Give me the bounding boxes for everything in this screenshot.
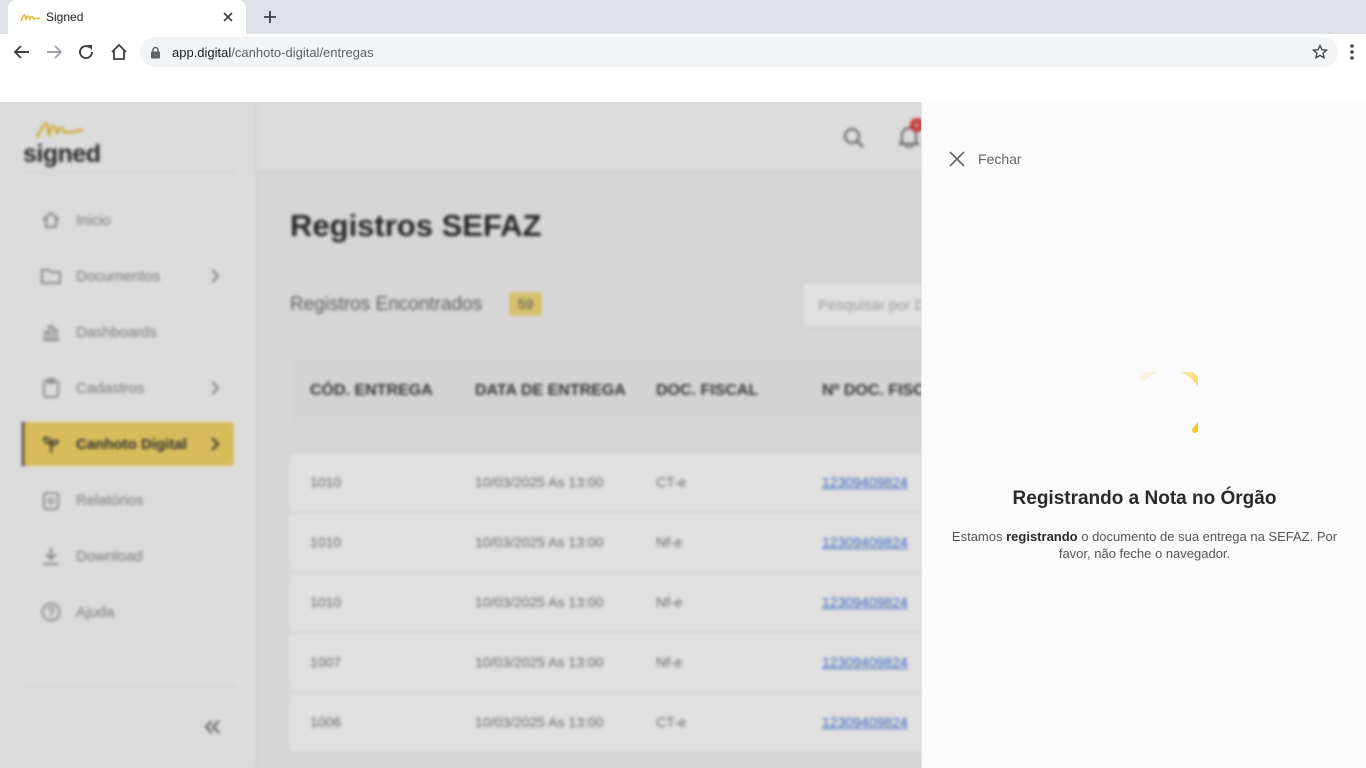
reload-icon[interactable]: [74, 40, 98, 64]
signed-favicon-icon: [20, 10, 42, 24]
close-label: Fechar: [978, 151, 1022, 167]
close-icon: [948, 150, 966, 168]
url-path: /canhoto-digital/entregas: [231, 44, 374, 60]
lock-icon: [150, 45, 164, 59]
drawer-message: Estamos registrando o documento de sua e…: [942, 528, 1347, 562]
message-emphasis: registrando: [1006, 529, 1078, 544]
back-arrow-icon[interactable]: [10, 40, 34, 64]
tab-title: Signed: [46, 10, 84, 24]
bookmark-star-icon[interactable]: [1311, 43, 1329, 60]
loading-spinner-icon: [1140, 372, 1198, 433]
modal-backdrop[interactable]: [0, 102, 921, 768]
home-icon[interactable]: [107, 40, 131, 64]
address-bar[interactable]: app.digital/canhoto-digital/entregas: [140, 37, 1338, 67]
url-host: app.digital: [172, 44, 232, 60]
new-tab-plus-icon[interactable]: [258, 6, 282, 28]
browser-toolbar: app.digital/canhoto-digital/entregas: [0, 34, 1366, 70]
forward-arrow-icon[interactable]: [42, 40, 66, 64]
browser-tab[interactable]: Signed: [8, 0, 246, 34]
url-text: app.digital/canhoto-digital/entregas: [172, 45, 374, 60]
message-text: o documento de sua entrega na SEFAZ. Por…: [1058, 529, 1338, 561]
tab-close-icon[interactable]: [220, 9, 236, 25]
registration-drawer: Fechar Registrando a Nota no Órgão Estam…: [921, 102, 1366, 768]
browser-tab-strip: Signed: [0, 0, 1366, 34]
close-button[interactable]: Fechar: [948, 148, 1022, 170]
browser-menu-icon[interactable]: [1342, 40, 1362, 64]
message-text: Estamos: [951, 529, 1007, 544]
drawer-title: Registrando a Nota no Órgão: [1012, 488, 1277, 509]
